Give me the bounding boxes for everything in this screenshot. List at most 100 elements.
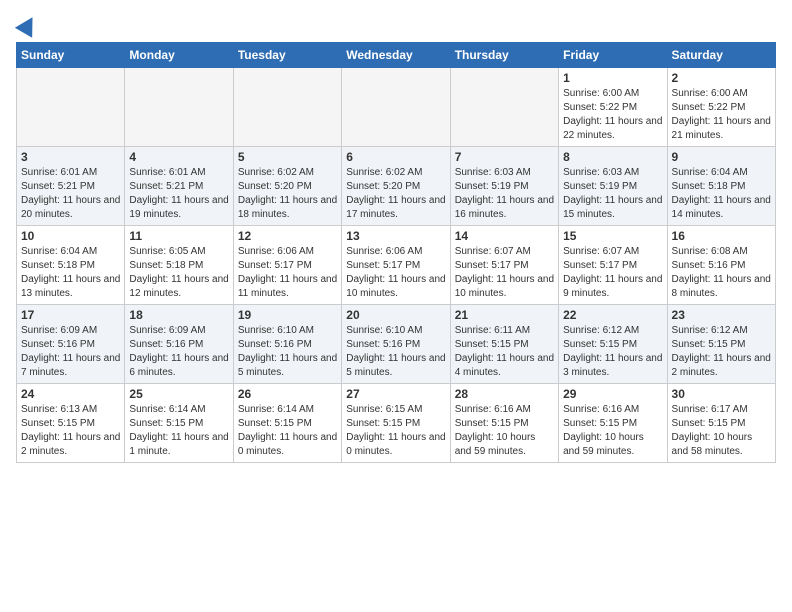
day-number: 22 bbox=[563, 308, 662, 322]
calendar-day-cell: 15 Sunrise: 6:07 AM Sunset: 5:17 PM Dayli… bbox=[559, 226, 667, 305]
day-info: Sunrise: 6:02 AM Sunset: 5:20 PM Dayligh… bbox=[238, 166, 337, 222]
day-number: 24 bbox=[21, 387, 120, 401]
day-info: Sunrise: 6:00 AM Sunset: 5:22 PM Dayligh… bbox=[563, 87, 662, 143]
day-number: 1 bbox=[563, 71, 662, 85]
day-number: 6 bbox=[346, 150, 445, 164]
day-info: Sunrise: 6:06 AM Sunset: 5:17 PM Dayligh… bbox=[346, 245, 445, 301]
day-info: Sunrise: 6:08 AM Sunset: 5:16 PM Dayligh… bbox=[672, 245, 771, 301]
calendar-table: SundayMondayTuesdayWednesdayThursdayFrid… bbox=[16, 42, 776, 463]
day-info: Sunrise: 6:07 AM Sunset: 5:17 PM Dayligh… bbox=[563, 245, 662, 301]
calendar-dow-header: Saturday bbox=[667, 43, 775, 68]
calendar-week-row: 3 Sunrise: 6:01 AM Sunset: 5:21 PM Daylig… bbox=[17, 147, 776, 226]
day-number: 4 bbox=[129, 150, 228, 164]
day-number: 29 bbox=[563, 387, 662, 401]
day-info: Sunrise: 6:09 AM Sunset: 5:16 PM Dayligh… bbox=[21, 324, 120, 380]
day-info: Sunrise: 6:02 AM Sunset: 5:20 PM Dayligh… bbox=[346, 166, 445, 222]
day-number: 11 bbox=[129, 229, 228, 243]
day-number: 3 bbox=[21, 150, 120, 164]
calendar-dow-header: Friday bbox=[559, 43, 667, 68]
calendar-day-cell: 20 Sunrise: 6:10 AM Sunset: 5:16 PM Dayli… bbox=[342, 305, 450, 384]
day-number: 2 bbox=[672, 71, 771, 85]
day-info: Sunrise: 6:11 AM Sunset: 5:15 PM Dayligh… bbox=[455, 324, 554, 380]
calendar-day-cell: 3 Sunrise: 6:01 AM Sunset: 5:21 PM Daylig… bbox=[17, 147, 125, 226]
calendar-day-cell bbox=[125, 68, 233, 147]
calendar-day-cell: 21 Sunrise: 6:11 AM Sunset: 5:15 PM Dayli… bbox=[450, 305, 558, 384]
day-number: 19 bbox=[238, 308, 337, 322]
calendar-day-cell: 5 Sunrise: 6:02 AM Sunset: 5:20 PM Daylig… bbox=[233, 147, 341, 226]
calendar-dow-header: Wednesday bbox=[342, 43, 450, 68]
day-info: Sunrise: 6:14 AM Sunset: 5:15 PM Dayligh… bbox=[238, 403, 337, 459]
day-number: 5 bbox=[238, 150, 337, 164]
calendar-day-cell bbox=[233, 68, 341, 147]
day-info: Sunrise: 6:12 AM Sunset: 5:15 PM Dayligh… bbox=[672, 324, 771, 380]
calendar-day-cell: 28Sunrise: 6:16 AM Sunset: 5:15 PM Dayli… bbox=[450, 384, 558, 463]
day-number: 28 bbox=[455, 387, 554, 401]
day-number: 15 bbox=[563, 229, 662, 243]
calendar-day-cell: 25 Sunrise: 6:14 AM Sunset: 5:15 PM Dayli… bbox=[125, 384, 233, 463]
calendar-day-cell bbox=[450, 68, 558, 147]
day-info: Sunrise: 6:06 AM Sunset: 5:17 PM Dayligh… bbox=[238, 245, 337, 301]
day-info: Sunrise: 6:15 AM Sunset: 5:15 PM Dayligh… bbox=[346, 403, 445, 459]
day-number: 8 bbox=[563, 150, 662, 164]
page-header bbox=[16, 16, 776, 34]
day-info: Sunrise: 6:04 AM Sunset: 5:18 PM Dayligh… bbox=[21, 245, 120, 301]
calendar-day-cell bbox=[17, 68, 125, 147]
day-number: 9 bbox=[672, 150, 771, 164]
calendar-day-cell: 14Sunrise: 6:07 AM Sunset: 5:17 PM Dayli… bbox=[450, 226, 558, 305]
day-number: 17 bbox=[21, 308, 120, 322]
day-info: Sunrise: 6:13 AM Sunset: 5:15 PM Dayligh… bbox=[21, 403, 120, 459]
calendar-day-cell: 2 Sunrise: 6:00 AM Sunset: 5:22 PM Daylig… bbox=[667, 68, 775, 147]
day-info: Sunrise: 6:17 AM Sunset: 5:15 PM Dayligh… bbox=[672, 403, 771, 459]
calendar-day-cell: 17 Sunrise: 6:09 AM Sunset: 5:16 PM Dayli… bbox=[17, 305, 125, 384]
calendar-day-cell: 9 Sunrise: 6:04 AM Sunset: 5:18 PM Daylig… bbox=[667, 147, 775, 226]
calendar-day-cell: 27Sunrise: 6:15 AM Sunset: 5:15 PM Dayli… bbox=[342, 384, 450, 463]
logo bbox=[16, 16, 38, 34]
calendar-day-cell: 10 Sunrise: 6:04 AM Sunset: 5:18 PM Dayli… bbox=[17, 226, 125, 305]
calendar-day-cell: 29Sunrise: 6:16 AM Sunset: 5:15 PM Dayli… bbox=[559, 384, 667, 463]
calendar-day-cell: 24 Sunrise: 6:13 AM Sunset: 5:15 PM Dayli… bbox=[17, 384, 125, 463]
calendar-header-row: SundayMondayTuesdayWednesdayThursdayFrid… bbox=[17, 43, 776, 68]
day-info: Sunrise: 6:04 AM Sunset: 5:18 PM Dayligh… bbox=[672, 166, 771, 222]
day-number: 21 bbox=[455, 308, 554, 322]
day-number: 20 bbox=[346, 308, 445, 322]
calendar-day-cell: 16 Sunrise: 6:08 AM Sunset: 5:16 PM Dayli… bbox=[667, 226, 775, 305]
calendar-day-cell: 22 Sunrise: 6:12 AM Sunset: 5:15 PM Dayli… bbox=[559, 305, 667, 384]
calendar-day-cell: 18Sunrise: 6:09 AM Sunset: 5:16 PM Dayli… bbox=[125, 305, 233, 384]
calendar-week-row: 17 Sunrise: 6:09 AM Sunset: 5:16 PM Dayli… bbox=[17, 305, 776, 384]
day-number: 10 bbox=[21, 229, 120, 243]
calendar-day-cell: 26 Sunrise: 6:14 AM Sunset: 5:15 PM Dayli… bbox=[233, 384, 341, 463]
calendar-day-cell: 11 Sunrise: 6:05 AM Sunset: 5:18 PM Dayli… bbox=[125, 226, 233, 305]
day-number: 30 bbox=[672, 387, 771, 401]
calendar-day-cell: 4Sunrise: 6:01 AM Sunset: 5:21 PM Daylig… bbox=[125, 147, 233, 226]
day-number: 7 bbox=[455, 150, 554, 164]
calendar-dow-header: Monday bbox=[125, 43, 233, 68]
calendar-dow-header: Tuesday bbox=[233, 43, 341, 68]
calendar-day-cell: 12 Sunrise: 6:06 AM Sunset: 5:17 PM Dayli… bbox=[233, 226, 341, 305]
day-info: Sunrise: 6:03 AM Sunset: 5:19 PM Dayligh… bbox=[563, 166, 662, 222]
day-number: 25 bbox=[129, 387, 228, 401]
calendar-day-cell bbox=[342, 68, 450, 147]
calendar-dow-header: Thursday bbox=[450, 43, 558, 68]
day-info: Sunrise: 6:03 AM Sunset: 5:19 PM Dayligh… bbox=[455, 166, 554, 222]
calendar-week-row: 1 Sunrise: 6:00 AM Sunset: 5:22 PM Daylig… bbox=[17, 68, 776, 147]
day-info: Sunrise: 6:12 AM Sunset: 5:15 PM Dayligh… bbox=[563, 324, 662, 380]
day-number: 13 bbox=[346, 229, 445, 243]
day-info: Sunrise: 6:09 AM Sunset: 5:16 PM Dayligh… bbox=[129, 324, 228, 380]
calendar-day-cell: 6 Sunrise: 6:02 AM Sunset: 5:20 PM Daylig… bbox=[342, 147, 450, 226]
calendar-day-cell: 13 Sunrise: 6:06 AM Sunset: 5:17 PM Dayli… bbox=[342, 226, 450, 305]
day-info: Sunrise: 6:10 AM Sunset: 5:16 PM Dayligh… bbox=[238, 324, 337, 380]
day-info: Sunrise: 6:00 AM Sunset: 5:22 PM Dayligh… bbox=[672, 87, 771, 143]
day-info: Sunrise: 6:01 AM Sunset: 5:21 PM Dayligh… bbox=[21, 166, 120, 222]
day-number: 26 bbox=[238, 387, 337, 401]
day-number: 14 bbox=[455, 229, 554, 243]
day-number: 12 bbox=[238, 229, 337, 243]
calendar-day-cell: 7 Sunrise: 6:03 AM Sunset: 5:19 PM Daylig… bbox=[450, 147, 558, 226]
calendar-day-cell: 1 Sunrise: 6:00 AM Sunset: 5:22 PM Daylig… bbox=[559, 68, 667, 147]
day-info: Sunrise: 6:05 AM Sunset: 5:18 PM Dayligh… bbox=[129, 245, 228, 301]
day-info: Sunrise: 6:10 AM Sunset: 5:16 PM Dayligh… bbox=[346, 324, 445, 380]
calendar-week-row: 10 Sunrise: 6:04 AM Sunset: 5:18 PM Dayli… bbox=[17, 226, 776, 305]
day-number: 16 bbox=[672, 229, 771, 243]
day-info: Sunrise: 6:14 AM Sunset: 5:15 PM Dayligh… bbox=[129, 403, 228, 459]
day-number: 23 bbox=[672, 308, 771, 322]
calendar-day-cell: 8 Sunrise: 6:03 AM Sunset: 5:19 PM Daylig… bbox=[559, 147, 667, 226]
